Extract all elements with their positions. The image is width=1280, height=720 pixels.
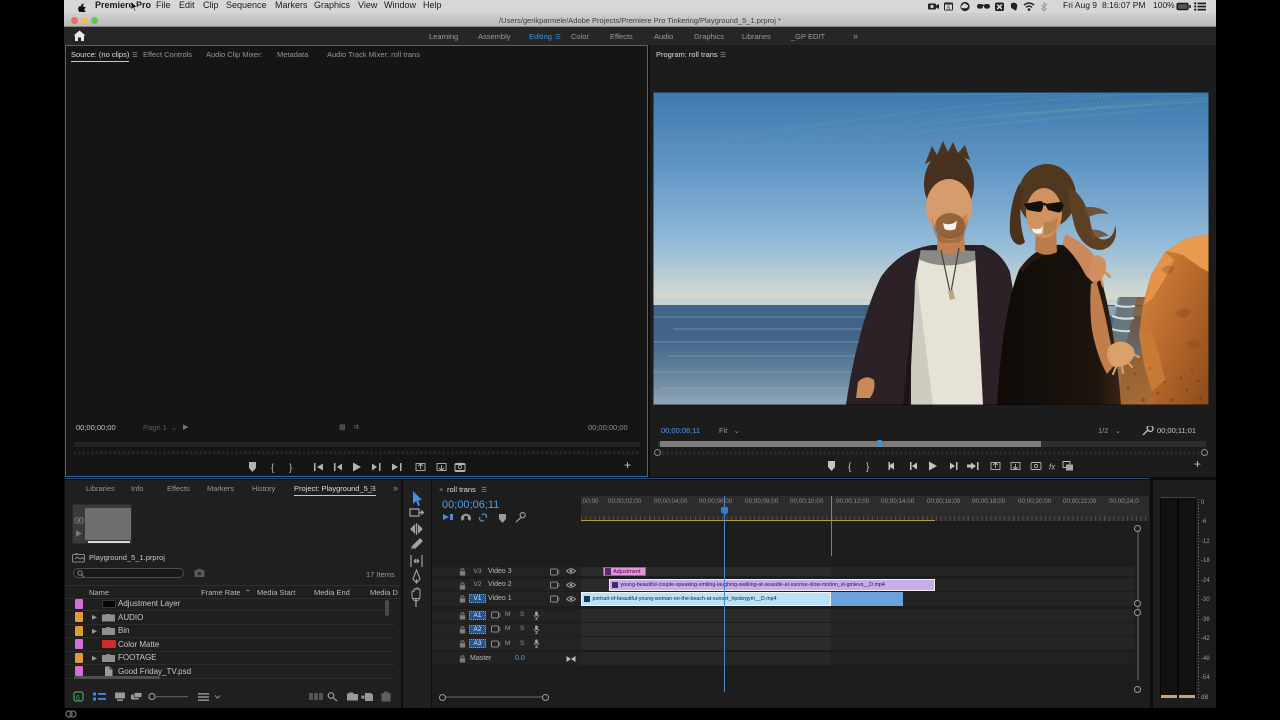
svg-text:{: {	[271, 463, 275, 474]
svg-text:}: }	[289, 463, 293, 474]
svg-text:6: 6	[76, 695, 80, 702]
svg-text:S: S	[947, 5, 951, 11]
svg-text:T: T	[412, 595, 420, 610]
svg-text:}: }	[866, 462, 870, 473]
svg-text:fx: fx	[1049, 463, 1056, 472]
svg-text:{: {	[848, 462, 852, 473]
